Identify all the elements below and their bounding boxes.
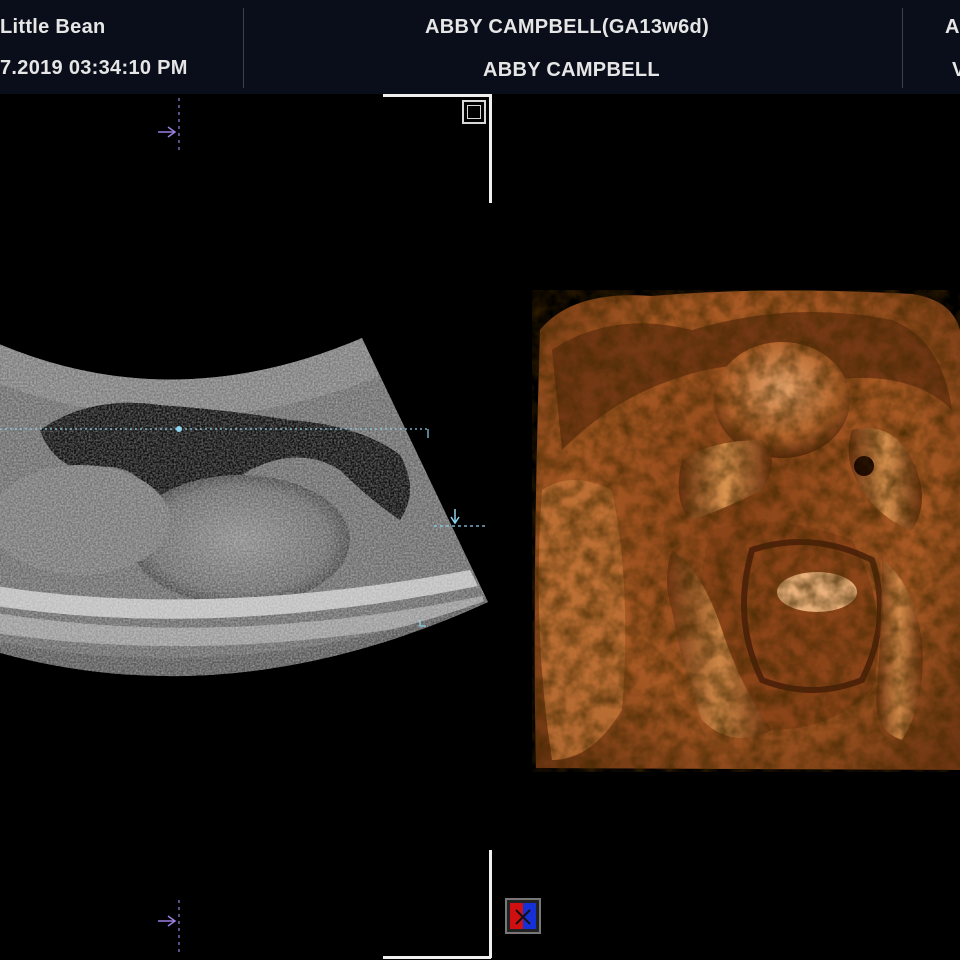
view-frame-bottom <box>383 956 491 959</box>
view-frame-right-top <box>489 94 492 203</box>
depth-marker-icon[interactable] <box>450 509 460 525</box>
focus-marker-icon[interactable] <box>158 126 177 138</box>
3d-surface-render <box>532 290 960 772</box>
ultrasound-screen: Little Bean 7.2019 03:34:10 PM ABBY CAMP… <box>0 0 960 960</box>
view-frame-top <box>383 94 491 97</box>
focus-marker-icon[interactable] <box>158 915 177 927</box>
sector-tissue <box>0 338 488 677</box>
frame-icon[interactable] <box>462 100 486 124</box>
cursor-center-point[interactable] <box>176 426 182 432</box>
color-map-toggle-icon[interactable] <box>505 898 541 934</box>
view-frame-right-bottom <box>489 850 492 958</box>
